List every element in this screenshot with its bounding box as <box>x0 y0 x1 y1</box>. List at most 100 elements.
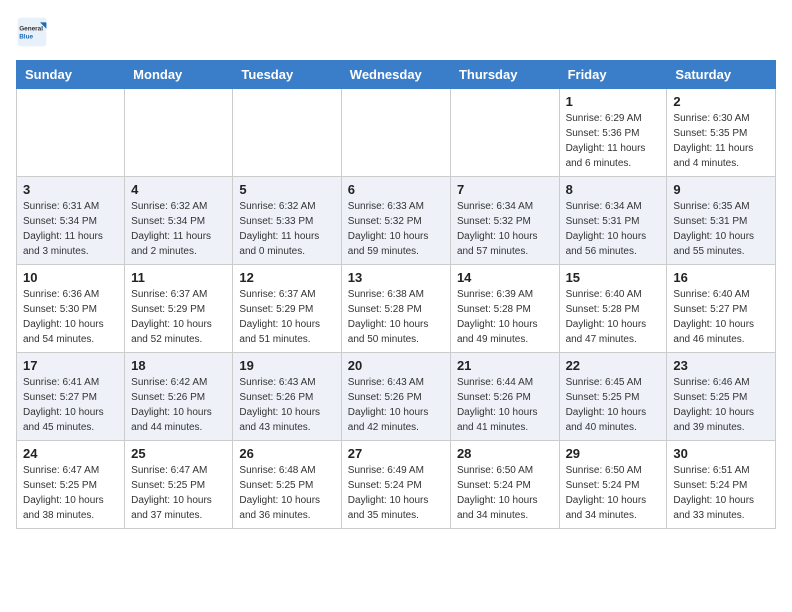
calendar-cell: 18 Sunrise: 6:42 AM Sunset: 5:26 PM Dayli… <box>125 353 233 441</box>
day-info: Sunrise: 6:51 AM Sunset: 5:24 PM Dayligh… <box>673 463 769 523</box>
day-number: 14 <box>457 270 553 285</box>
calendar-cell: 30 Sunrise: 6:51 AM Sunset: 5:24 PM Dayli… <box>667 441 776 529</box>
day-number: 21 <box>457 358 553 373</box>
day-number: 25 <box>131 446 226 461</box>
day-info: Sunrise: 6:42 AM Sunset: 5:26 PM Dayligh… <box>131 375 226 435</box>
day-number: 15 <box>566 270 661 285</box>
page-header: General Blue <box>16 16 776 48</box>
weekday-header-sunday: Sunday <box>17 61 125 89</box>
day-number: 9 <box>673 182 769 197</box>
calendar-cell <box>341 89 450 177</box>
day-info: Sunrise: 6:37 AM Sunset: 5:29 PM Dayligh… <box>239 287 334 347</box>
day-number: 26 <box>239 446 334 461</box>
day-number: 28 <box>457 446 553 461</box>
calendar-cell: 28Sunrise: 6:50 AM Sunset: 5:24 PM Dayli… <box>450 441 559 529</box>
day-info: Sunrise: 6:35 AM Sunset: 5:31 PM Dayligh… <box>673 199 769 259</box>
calendar-cell <box>125 89 233 177</box>
calendar-cell: 12Sunrise: 6:37 AM Sunset: 5:29 PM Dayli… <box>233 265 341 353</box>
day-info: Sunrise: 6:43 AM Sunset: 5:26 PM Dayligh… <box>348 375 444 435</box>
day-info: Sunrise: 6:30 AM Sunset: 5:35 PM Dayligh… <box>673 111 769 171</box>
day-info: Sunrise: 6:49 AM Sunset: 5:24 PM Dayligh… <box>348 463 444 523</box>
calendar-week-row: 1 Sunrise: 6:29 AM Sunset: 5:36 PM Daylig… <box>17 89 776 177</box>
calendar-cell: 6 Sunrise: 6:33 AM Sunset: 5:32 PM Daylig… <box>341 177 450 265</box>
day-info: Sunrise: 6:47 AM Sunset: 5:25 PM Dayligh… <box>23 463 118 523</box>
calendar-table: SundayMondayTuesdayWednesdayThursdayFrid… <box>16 60 776 529</box>
day-number: 5 <box>239 182 334 197</box>
day-info: Sunrise: 6:43 AM Sunset: 5:26 PM Dayligh… <box>239 375 334 435</box>
calendar-cell: 24 Sunrise: 6:47 AM Sunset: 5:25 PM Dayli… <box>17 441 125 529</box>
calendar-cell: 10 Sunrise: 6:36 AM Sunset: 5:30 PM Dayli… <box>17 265 125 353</box>
weekday-header-monday: Monday <box>125 61 233 89</box>
day-number: 13 <box>348 270 444 285</box>
day-number: 8 <box>566 182 661 197</box>
day-number: 3 <box>23 182 118 197</box>
calendar-cell: 17 Sunrise: 6:41 AM Sunset: 5:27 PM Dayli… <box>17 353 125 441</box>
day-info: Sunrise: 6:45 AM Sunset: 5:25 PM Dayligh… <box>566 375 661 435</box>
svg-text:Blue: Blue <box>19 33 33 40</box>
calendar-cell: 23 Sunrise: 6:46 AM Sunset: 5:25 PM Dayli… <box>667 353 776 441</box>
day-info: Sunrise: 6:31 AM Sunset: 5:34 PM Dayligh… <box>23 199 118 259</box>
day-number: 17 <box>23 358 118 373</box>
calendar-week-row: 17 Sunrise: 6:41 AM Sunset: 5:27 PM Dayli… <box>17 353 776 441</box>
day-number: 30 <box>673 446 769 461</box>
calendar-cell: 3 Sunrise: 6:31 AM Sunset: 5:34 PM Daylig… <box>17 177 125 265</box>
calendar-week-row: 10 Sunrise: 6:36 AM Sunset: 5:30 PM Dayli… <box>17 265 776 353</box>
day-info: Sunrise: 6:44 AM Sunset: 5:26 PM Dayligh… <box>457 375 553 435</box>
day-number: 29 <box>566 446 661 461</box>
calendar-cell: 25 Sunrise: 6:47 AM Sunset: 5:25 PM Dayli… <box>125 441 233 529</box>
day-info: Sunrise: 6:34 AM Sunset: 5:32 PM Dayligh… <box>457 199 553 259</box>
calendar-cell: 21 Sunrise: 6:44 AM Sunset: 5:26 PM Dayli… <box>450 353 559 441</box>
calendar-cell <box>233 89 341 177</box>
logo-icon: General Blue <box>16 16 48 48</box>
day-number: 6 <box>348 182 444 197</box>
day-info: Sunrise: 6:33 AM Sunset: 5:32 PM Dayligh… <box>348 199 444 259</box>
calendar-cell: 1 Sunrise: 6:29 AM Sunset: 5:36 PM Daylig… <box>559 89 667 177</box>
calendar-cell: 15 Sunrise: 6:40 AM Sunset: 5:28 PM Dayli… <box>559 265 667 353</box>
day-number: 2 <box>673 94 769 109</box>
day-number: 23 <box>673 358 769 373</box>
day-info: Sunrise: 6:29 AM Sunset: 5:36 PM Dayligh… <box>566 111 661 171</box>
calendar-cell: 26 Sunrise: 6:48 AM Sunset: 5:25 PM Dayli… <box>233 441 341 529</box>
day-info: Sunrise: 6:41 AM Sunset: 5:27 PM Dayligh… <box>23 375 118 435</box>
day-number: 16 <box>673 270 769 285</box>
day-info: Sunrise: 6:37 AM Sunset: 5:29 PM Dayligh… <box>131 287 226 347</box>
weekday-header-saturday: Saturday <box>667 61 776 89</box>
calendar-cell: 9 Sunrise: 6:35 AM Sunset: 5:31 PM Daylig… <box>667 177 776 265</box>
day-number: 1 <box>566 94 661 109</box>
day-number: 10 <box>23 270 118 285</box>
calendar-cell: 22 Sunrise: 6:45 AM Sunset: 5:25 PM Dayli… <box>559 353 667 441</box>
calendar-cell: 16 Sunrise: 6:40 AM Sunset: 5:27 PM Dayli… <box>667 265 776 353</box>
calendar-cell: 20Sunrise: 6:43 AM Sunset: 5:26 PM Dayli… <box>341 353 450 441</box>
day-info: Sunrise: 6:39 AM Sunset: 5:28 PM Dayligh… <box>457 287 553 347</box>
day-number: 19 <box>239 358 334 373</box>
calendar-cell: 5 Sunrise: 6:32 AM Sunset: 5:33 PM Daylig… <box>233 177 341 265</box>
day-info: Sunrise: 6:32 AM Sunset: 5:33 PM Dayligh… <box>239 199 334 259</box>
day-info: Sunrise: 6:36 AM Sunset: 5:30 PM Dayligh… <box>23 287 118 347</box>
day-info: Sunrise: 6:40 AM Sunset: 5:27 PM Dayligh… <box>673 287 769 347</box>
calendar-cell: 29 Sunrise: 6:50 AM Sunset: 5:24 PM Dayli… <box>559 441 667 529</box>
day-info: Sunrise: 6:40 AM Sunset: 5:28 PM Dayligh… <box>566 287 661 347</box>
calendar-week-row: 24 Sunrise: 6:47 AM Sunset: 5:25 PM Dayli… <box>17 441 776 529</box>
weekday-header-friday: Friday <box>559 61 667 89</box>
day-info: Sunrise: 6:46 AM Sunset: 5:25 PM Dayligh… <box>673 375 769 435</box>
calendar-cell: 19 Sunrise: 6:43 AM Sunset: 5:26 PM Dayli… <box>233 353 341 441</box>
weekday-header-tuesday: Tuesday <box>233 61 341 89</box>
calendar-cell: 13 Sunrise: 6:38 AM Sunset: 5:28 PM Dayli… <box>341 265 450 353</box>
day-number: 18 <box>131 358 226 373</box>
day-number: 27 <box>348 446 444 461</box>
calendar-cell: 2 Sunrise: 6:30 AM Sunset: 5:35 PM Daylig… <box>667 89 776 177</box>
day-info: Sunrise: 6:47 AM Sunset: 5:25 PM Dayligh… <box>131 463 226 523</box>
calendar-cell: 4Sunrise: 6:32 AM Sunset: 5:34 PM Daylig… <box>125 177 233 265</box>
calendar-cell: 8Sunrise: 6:34 AM Sunset: 5:31 PM Daylig… <box>559 177 667 265</box>
logo: General Blue <box>16 16 52 48</box>
calendar-cell <box>17 89 125 177</box>
day-number: 24 <box>23 446 118 461</box>
day-number: 22 <box>566 358 661 373</box>
weekday-header-row: SundayMondayTuesdayWednesdayThursdayFrid… <box>17 61 776 89</box>
calendar-cell: 27 Sunrise: 6:49 AM Sunset: 5:24 PM Dayli… <box>341 441 450 529</box>
day-info: Sunrise: 6:50 AM Sunset: 5:24 PM Dayligh… <box>566 463 661 523</box>
day-info: Sunrise: 6:32 AM Sunset: 5:34 PM Dayligh… <box>131 199 226 259</box>
day-info: Sunrise: 6:48 AM Sunset: 5:25 PM Dayligh… <box>239 463 334 523</box>
day-info: Sunrise: 6:38 AM Sunset: 5:28 PM Dayligh… <box>348 287 444 347</box>
day-number: 7 <box>457 182 553 197</box>
